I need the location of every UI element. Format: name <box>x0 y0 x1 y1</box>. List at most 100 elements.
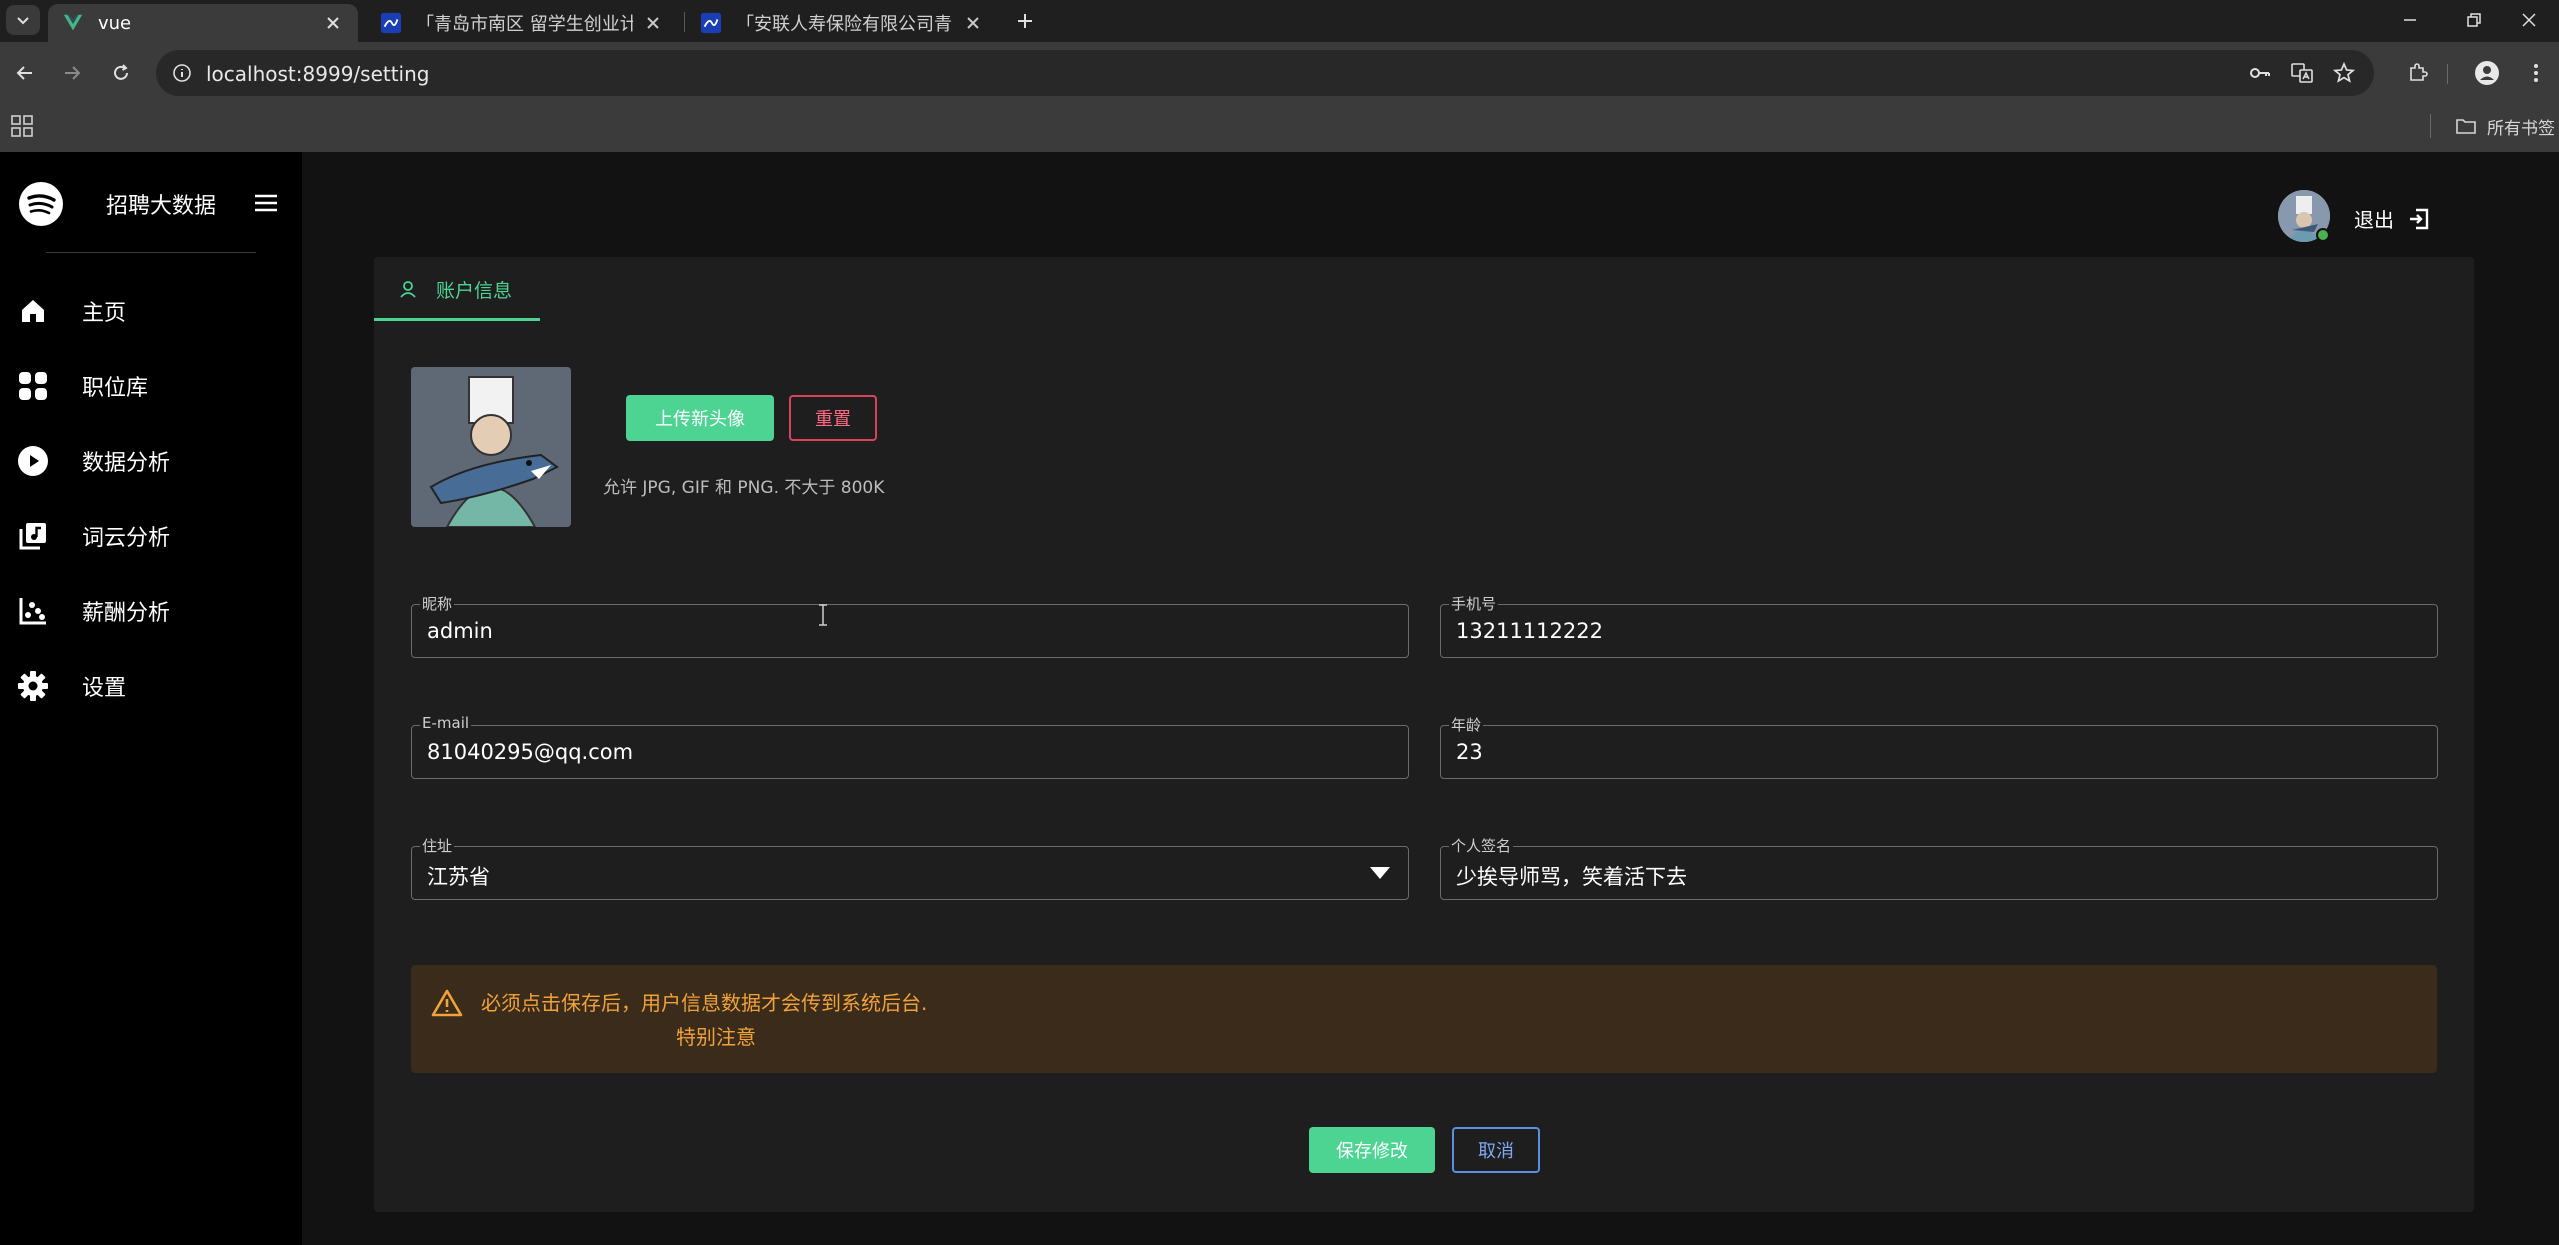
account-card: 账户信息 上传新头像 重置 允许 JPG, GIF 和 PNG. 不大于 800… <box>374 257 2474 1212</box>
profile-avatar <box>411 367 571 527</box>
upload-avatar-button[interactable]: 上传新头像 <box>626 395 774 441</box>
browser-tabstrip: vue 「青岛市南区 留学生创业计划」 「安联人寿保险有限公司青岛分 <box>0 0 2559 42</box>
extensions-button[interactable] <box>2403 58 2433 88</box>
restore-button[interactable] <box>2444 0 2504 40</box>
close-tab-icon[interactable] <box>322 12 344 34</box>
field-label: E-mail <box>420 714 472 732</box>
address-select[interactable]: 住址 江苏省 <box>411 835 1409 900</box>
sidebar-item-home[interactable]: 主页 <box>0 283 302 339</box>
avatar-image <box>411 367 571 527</box>
spotify-logo-icon <box>19 182 63 226</box>
sidebar-item-label: 设置 <box>82 676 127 701</box>
logout-button[interactable]: 退出 <box>2354 204 2430 233</box>
browser-toolbar: localhost:8999/setting 所有书签 <box>0 42 2559 152</box>
sidebar-item-salary[interactable]: 薪酬分析 <box>0 583 302 639</box>
reset-avatar-button[interactable]: 重置 <box>789 395 877 441</box>
tab-separator <box>684 12 685 32</box>
minimize-button[interactable] <box>2380 0 2440 40</box>
sidebar-item-label: 数据分析 <box>82 451 171 476</box>
save-warning-alert: 必须点击保存后，用户信息数据才会传到系统后台. 特别注意 <box>411 965 2437 1073</box>
scatter-chart-icon <box>16 594 50 628</box>
forward-button[interactable] <box>57 58 87 88</box>
caret-down-icon <box>1370 867 1390 879</box>
field-value: admin <box>427 619 493 643</box>
bookmark-separator <box>2430 114 2431 138</box>
browser-tab-2[interactable]: 「青岛市南区 留学生创业计划」 <box>366 4 676 42</box>
browser-tab-3[interactable]: 「安联人寿保险有限公司青岛分 <box>686 4 996 42</box>
cancel-button[interactable]: 取消 <box>1452 1127 1540 1173</box>
password-key-icon[interactable] <box>2248 61 2272 85</box>
apps-grid-icon[interactable] <box>10 114 34 138</box>
translate-icon[interactable] <box>2290 61 2314 85</box>
browser-menu-button[interactable] <box>2521 58 2551 88</box>
gear-icon <box>16 669 50 703</box>
close-tab-icon[interactable] <box>643 12 662 34</box>
warning-icon <box>431 989 463 1017</box>
star-bookmark-icon[interactable] <box>2332 61 2356 85</box>
field-label: 年龄 <box>1449 714 1484 735</box>
sidebar-item-settings[interactable]: 设置 <box>0 658 302 714</box>
reload-icon <box>114 64 128 80</box>
home-icon <box>16 294 50 328</box>
site-favicon-icon <box>700 12 722 34</box>
tab-title: 「青岛市南区 留学生创业计划」 <box>416 14 634 35</box>
field-value: 81040295@qq.com <box>427 740 634 764</box>
email-field[interactable]: E-mail 81040295@qq.com <box>411 714 1409 779</box>
nickname-field[interactable]: 昵称 admin <box>411 593 1409 658</box>
tab-label: 账户信息 <box>436 279 513 302</box>
new-tab-button[interactable] <box>1010 6 1040 36</box>
age-field[interactable]: 年龄 23 <box>1440 714 2438 779</box>
close-tab-icon[interactable] <box>963 12 982 34</box>
field-value: 23 <box>1456 740 1483 764</box>
address-bar[interactable]: localhost:8999/setting <box>156 50 2374 96</box>
sidebar-item-jobs[interactable]: 职位库 <box>0 358 302 414</box>
profile-button[interactable] <box>2472 58 2502 88</box>
phone-field[interactable]: 手机号 13211112222 <box>1440 593 2438 658</box>
sidebar-item-wordcloud[interactable]: 词云分析 <box>0 508 302 564</box>
back-button[interactable] <box>10 58 40 88</box>
alert-subtitle: 特别注意 <box>676 1025 756 1049</box>
sidebar-item-data-analysis[interactable]: 数据分析 <box>0 433 302 489</box>
folder-icon <box>2456 119 2476 134</box>
logout-label: 退出 <box>2354 208 2394 232</box>
field-value: 少挨导师骂，笑着活下去 <box>1456 865 1687 889</box>
brand-name: 招聘大数据 <box>106 194 217 219</box>
person-icon <box>2475 61 2499 85</box>
menu-toggle-icon[interactable] <box>252 190 280 216</box>
field-value: 江苏省 <box>427 865 490 889</box>
text-cursor-icon <box>819 604 827 626</box>
close-icon <box>2522 13 2536 27</box>
library-music-icon <box>16 519 50 553</box>
tab-search-button[interactable] <box>6 5 40 35</box>
signature-field[interactable]: 个人签名 少挨导师骂，笑着活下去 <box>1440 835 2438 900</box>
brand-logo[interactable] <box>18 180 64 228</box>
tab-title: vue <box>98 12 132 34</box>
alert-message: 必须点击保存后，用户信息数据才会传到系统后台. <box>481 991 928 1015</box>
online-status-badge <box>2316 228 2330 242</box>
tab-title: 「安联人寿保险有限公司青岛分 <box>736 14 953 35</box>
more-vertical-icon <box>2534 64 2538 82</box>
chevron-down-icon <box>17 17 29 25</box>
field-label: 手机号 <box>1449 593 1499 614</box>
field-label: 住址 <box>420 835 455 856</box>
save-changes-button[interactable]: 保存修改 <box>1309 1127 1435 1173</box>
sidebar: 招聘大数据 主页 职位库 数据分析 词云分析 薪酬分析 设置 <box>0 152 302 1245</box>
close-window-button[interactable] <box>2499 0 2559 40</box>
tab-active-indicator <box>374 318 540 321</box>
tab-account-info[interactable]: 账户信息 <box>374 257 540 321</box>
browser-tab-vue[interactable]: vue <box>48 4 358 42</box>
logout-icon <box>2410 208 2429 229</box>
arrow-left-icon <box>16 66 32 80</box>
site-info-icon[interactable] <box>170 61 194 85</box>
sidebar-item-label: 职位库 <box>82 376 149 401</box>
sidebar-item-label: 词云分析 <box>82 526 171 551</box>
reload-button[interactable] <box>106 58 136 88</box>
sidebar-item-label: 主页 <box>82 301 127 326</box>
plus-icon <box>1018 14 1032 28</box>
all-bookmarks-button[interactable]: 所有书签 <box>2455 112 2559 140</box>
vue-logo-icon <box>63 14 83 31</box>
minimize-icon <box>2404 19 2416 21</box>
arrow-right-icon <box>65 66 81 80</box>
toolbar-separator <box>2447 64 2448 84</box>
sidebar-divider <box>46 252 256 253</box>
